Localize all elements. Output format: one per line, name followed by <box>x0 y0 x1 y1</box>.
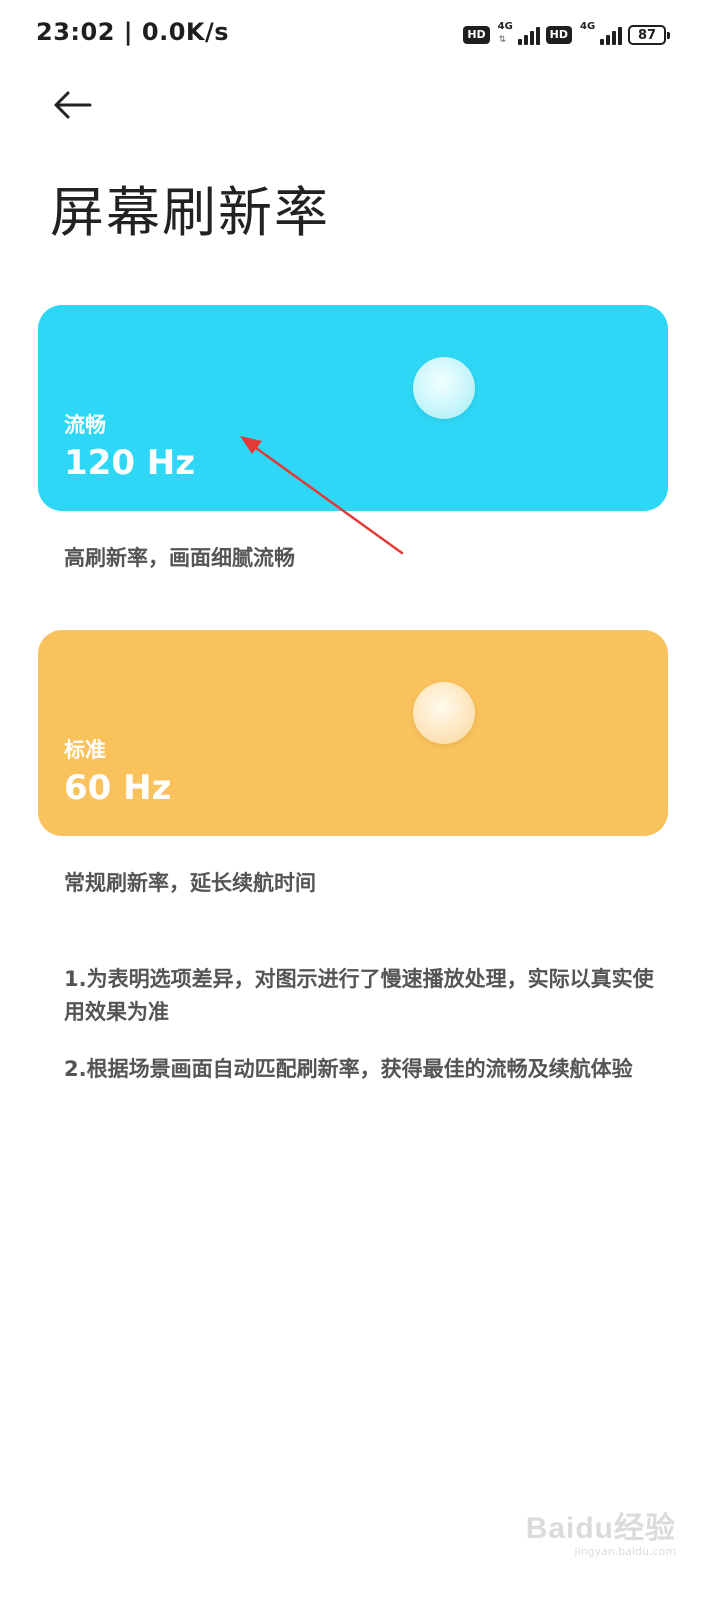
signal-bars <box>517 27 540 45</box>
battery-icon: 87 <box>628 25 670 45</box>
status-icons: HD 4G ⇅ HD 4G 87 <box>463 21 670 48</box>
network-type-sim2: 4G <box>580 21 596 32</box>
refresh-preview-ball <box>413 682 475 744</box>
mode-card-standard[interactable]: 标准 60 Hz <box>38 630 668 836</box>
battery-level: 87 <box>637 27 657 43</box>
arrow-left-icon <box>54 91 92 119</box>
mode-rate: 120 Hz <box>64 443 196 483</box>
status-time: 23:02 | 0.0K/s <box>36 18 230 46</box>
signal-bars <box>600 27 622 45</box>
hd-badge-sim2: HD <box>545 26 572 44</box>
mode-name: 标准 <box>64 738 106 762</box>
mode-rate: 60 Hz <box>64 768 172 808</box>
data-arrows-icon: ⇅ <box>498 35 507 45</box>
watermark-logo: Baidu经验 <box>525 1512 676 1545</box>
status-bar: 23:02 | 0.0K/s HD 4G ⇅ HD 4G 87 <box>0 0 720 70</box>
back-button[interactable] <box>44 80 100 130</box>
watermark: Baidu经验 jingyan.baidu.com <box>526 1503 676 1558</box>
mode-description: 常规刷新率，延长续航时间 <box>64 871 316 895</box>
refresh-preview-ball <box>413 357 475 419</box>
mode-card-smooth[interactable]: 流畅 120 Hz <box>38 305 668 511</box>
notes-section: 1.为表明选项差异，对图示进行了慢速播放处理，实际以真实使用效果为准 2.根据场… <box>64 963 672 1110</box>
mode-description: 高刷新率，画面细腻流畅 <box>64 546 295 570</box>
hd-badge-sim1: HD <box>463 26 490 44</box>
note-item: 2.根据场景画面自动匹配刷新率，获得最佳的流畅及续航体验 <box>64 1057 633 1081</box>
network-type-sim1: 4G <box>497 21 513 32</box>
signal-icon: 4G ⇅ <box>496 21 540 47</box>
signal-icon: 4G <box>578 21 622 47</box>
mode-name: 流畅 <box>64 413 106 437</box>
page-title: 屏幕刷新率 <box>50 181 330 244</box>
note-item: 1.为表明选项差异，对图示进行了慢速播放处理，实际以真实使用效果为准 <box>64 967 654 1024</box>
